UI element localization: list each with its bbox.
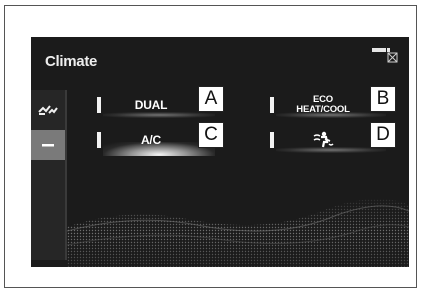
eco-label: ECO HEAT/COOL bbox=[296, 95, 350, 115]
sidebar-item-minus[interactable] bbox=[31, 130, 65, 160]
callout-c: C bbox=[198, 122, 224, 148]
dual-label: DUAL bbox=[134, 98, 168, 112]
eco-heat-cool-button[interactable]: ECO HEAT/COOL bbox=[270, 90, 386, 120]
climate-screen: Climate DUAL ECO HEAT/COOL A/C bbox=[31, 37, 409, 267]
callout-b: B bbox=[370, 86, 396, 112]
wave-pattern-decoration bbox=[67, 187, 409, 267]
screen-title: Climate bbox=[45, 53, 98, 70]
sidebar-item-airflow[interactable] bbox=[31, 94, 65, 124]
air-intake-icon bbox=[313, 131, 334, 148]
ac-label: A/C bbox=[140, 133, 162, 147]
ac-indicator bbox=[97, 132, 101, 148]
air-intake-button[interactable] bbox=[270, 125, 386, 155]
minus-icon bbox=[42, 144, 54, 147]
figure-frame: Climate DUAL ECO HEAT/COOL A/C A B C D bbox=[4, 5, 417, 288]
eco-indicator bbox=[270, 97, 274, 113]
dual-indicator bbox=[97, 97, 101, 113]
dual-button[interactable]: DUAL bbox=[97, 90, 215, 120]
airflow-icon bbox=[38, 105, 58, 115]
air-intake-indicator bbox=[270, 132, 274, 148]
dual-glow bbox=[103, 112, 215, 118]
signal-status-icon bbox=[372, 48, 398, 63]
ac-button[interactable]: A/C bbox=[97, 125, 215, 156]
callout-d: D bbox=[370, 122, 396, 148]
sidebar bbox=[31, 90, 67, 260]
callout-a: A bbox=[198, 86, 224, 112]
eco-label-line2: HEAT/COOL bbox=[296, 104, 350, 115]
